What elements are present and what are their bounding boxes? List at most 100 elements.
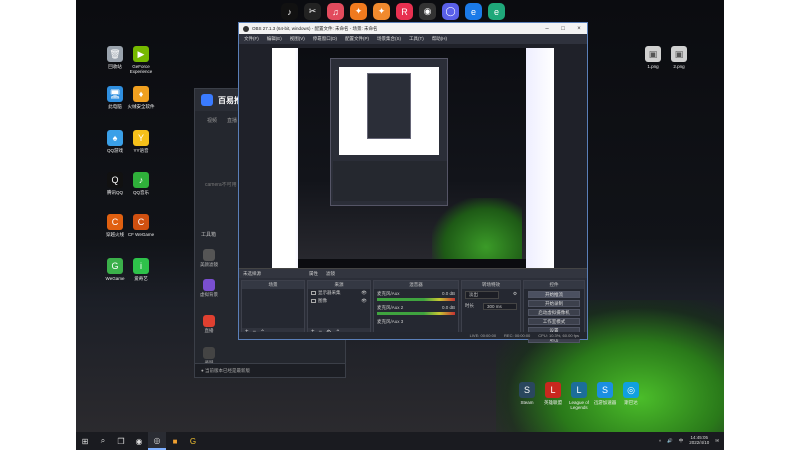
recycle-bin-icon: 🗑 [107, 46, 123, 62]
iqiyi-icon: i [133, 258, 149, 274]
image-file-icon: ▣ [645, 46, 661, 62]
desktop-icon[interactable]: C CF WeGame [126, 214, 156, 237]
beauty-icon [203, 249, 215, 261]
volume-meter[interactable] [377, 312, 455, 315]
virtual-camera-button[interactable]: 启动虚拟摄像机 [528, 309, 580, 316]
nested-obs-capture [330, 58, 448, 206]
tool-item[interactable]: 虚拟背景 [199, 279, 219, 298]
obs-icon[interactable]: ◉ [419, 3, 436, 20]
tab-video[interactable]: 视频 [207, 117, 217, 124]
red-app-icon[interactable]: R [396, 3, 413, 20]
app-logo-icon [201, 94, 213, 106]
toolbox-label: 工具箱 [201, 232, 217, 238]
desktop-icon[interactable]: i 爱奇艺 [126, 258, 156, 281]
controls-header: 控件 [524, 281, 584, 289]
green-app-icon[interactable]: G [184, 432, 202, 450]
transitions-panel: 转场特效 淡出 ⚙ 时长 300 ms [461, 280, 521, 337]
chrome-icon[interactable]: ◉ [130, 432, 148, 450]
cpu-fps: CPU: 10.3%, 60.00 fps [538, 333, 579, 338]
obs-window[interactable]: OBS 27.1.3 (64-bit, windows) - 配置文件: 未命名… [238, 22, 588, 343]
desktop-icon[interactable]: ◎ 斯巴达 [616, 382, 646, 405]
menu-profile[interactable]: 配置文件(P) [345, 36, 369, 42]
menu-view[interactable]: 视图(V) [290, 36, 305, 42]
notification-icon[interactable]: ✉ [715, 438, 719, 444]
search-icon[interactable]: ⌕ [94, 432, 112, 450]
volume-meter[interactable] [377, 298, 455, 301]
music-app-icon[interactable]: ♫ [327, 3, 344, 20]
tiktok-icon[interactable]: ♪ [281, 3, 298, 20]
cf-wegame-icon: C [133, 214, 149, 230]
mixer-channel: 麦克风/Aux 3 [377, 319, 404, 324]
qq-music-icon: ♪ [133, 172, 149, 188]
transition-select[interactable]: 淡出 [465, 291, 499, 299]
crossfire-icon: C [107, 214, 123, 230]
rec-timer: REC: 00:00:00 [504, 333, 531, 338]
menu-tools[interactable]: 工具(T) [409, 36, 424, 42]
sources-header: 来源 [308, 281, 370, 289]
minimize-icon[interactable]: – [539, 26, 555, 32]
desktop-icon[interactable]: ▣ 2.png [664, 46, 694, 69]
ime-indicator[interactable]: 中 [679, 438, 684, 444]
wegame-icon: G [107, 258, 123, 274]
duration-input[interactable]: 300 ms [483, 303, 517, 310]
top-dock: ♪ ✂ ♫ ✦ ✦ R ◉ ◯ e e [281, 3, 505, 21]
close-icon[interactable]: × [571, 26, 587, 32]
obs-title: OBS 27.1.3 (64-bit, windows) - 配置文件: 未命名… [252, 25, 378, 31]
gear-icon[interactable]: ⚙ [513, 291, 517, 299]
mixer-channel: 麦克风/Aux 2 0.0 dB [374, 303, 458, 317]
desktop-icon[interactable]: ♦ 火绒安全软件 [126, 86, 156, 109]
game-app-icon[interactable]: ✦ [350, 3, 367, 20]
obs-titlebar[interactable]: OBS 27.1.3 (64-bit, windows) - 配置文件: 未命名… [239, 23, 587, 34]
controls-panel: 控件 开始推流 开始录制 启动虚拟摄像机 工作室模式 设置 退出 [523, 280, 585, 343]
obs-taskbar-icon[interactable]: ◎ [148, 432, 166, 450]
obs-logo-icon [243, 25, 249, 32]
app-footer: ● 当前版本已经是最新版 [195, 363, 345, 377]
source-item[interactable]: 图像 👁 [308, 297, 370, 305]
menu-help[interactable]: 帮助(H) [432, 36, 447, 42]
tool-item[interactable]: 直播 [199, 315, 219, 334]
live-icon [203, 315, 215, 327]
league-icon: L [571, 382, 587, 398]
desktop: 🗑 回收站 ▶ GeForce Experience 🖥 此电脑 ♦ 火绒安全软… [76, 0, 724, 432]
menu-file[interactable]: 文件(F) [244, 36, 259, 42]
volume-icon[interactable]: 🔊 [667, 438, 673, 444]
background-icon [203, 279, 215, 291]
maximize-icon[interactable]: □ [555, 26, 571, 32]
eye-icon[interactable]: 👁 [361, 290, 367, 296]
start-icon[interactable]: ⊞ [76, 432, 94, 450]
obs-preview[interactable] [239, 44, 587, 268]
studio-mode-button[interactable]: 工作室模式 [528, 318, 580, 325]
clock[interactable]: 14:45:05 2022/4/10 [689, 435, 709, 446]
eye-icon[interactable]: 👁 [361, 298, 367, 304]
blue-app-icon[interactable]: ◯ [442, 3, 459, 20]
desktop-icon[interactable]: Y YY语音 [126, 130, 156, 153]
app-taskbar-icon[interactable]: ■ [166, 432, 184, 450]
tool-item[interactable]: 美颜滤镜 [199, 249, 219, 268]
mixer-header: 混音器 [374, 281, 458, 289]
game-app-2-icon[interactable]: ✦ [373, 3, 390, 20]
start-streaming-button[interactable]: 开始推流 [528, 291, 580, 298]
start-recording-button[interactable]: 开始录制 [528, 300, 580, 307]
filters-button[interactable]: 滤镜 [326, 271, 335, 277]
menu-edit[interactable]: 编辑(E) [267, 36, 282, 42]
browser-icon[interactable]: e [465, 3, 482, 20]
menu-scene-collection[interactable]: 场景集合(S) [377, 36, 401, 42]
tencent-qq-icon: Q [107, 172, 123, 188]
obs-menubar: 文件(F) 编辑(E) 视图(V) 停靠窗口(D) 配置文件(P) 场景集合(S… [239, 34, 587, 44]
preview-canvas [272, 48, 554, 268]
source-item[interactable]: 显示器采集 👁 [308, 289, 370, 297]
desktop-icon[interactable]: ♪ QQ音乐 [126, 172, 156, 195]
live-timer: LIVE: 00:00:00 [469, 333, 497, 338]
tab-live[interactable]: 直播 [227, 117, 237, 124]
capcut-icon[interactable]: ✂ [304, 3, 321, 20]
scenes-panel: 场景 + − ⌃ ⌄ [241, 280, 305, 337]
menu-docks[interactable]: 停靠窗口(D) [313, 36, 337, 42]
properties-button[interactable]: 属性 [309, 271, 318, 277]
left-letterbox [0, 0, 76, 450]
desktop-icon[interactable]: ▶ GeForce Experience [126, 46, 156, 74]
this-pc-icon: 🖥 [107, 86, 123, 102]
edge-icon[interactable]: e [488, 3, 505, 20]
task-view-icon[interactable]: ❐ [112, 432, 130, 450]
tray-expand-icon[interactable]: ^ [659, 439, 661, 444]
lol-client-icon: L [545, 382, 561, 398]
